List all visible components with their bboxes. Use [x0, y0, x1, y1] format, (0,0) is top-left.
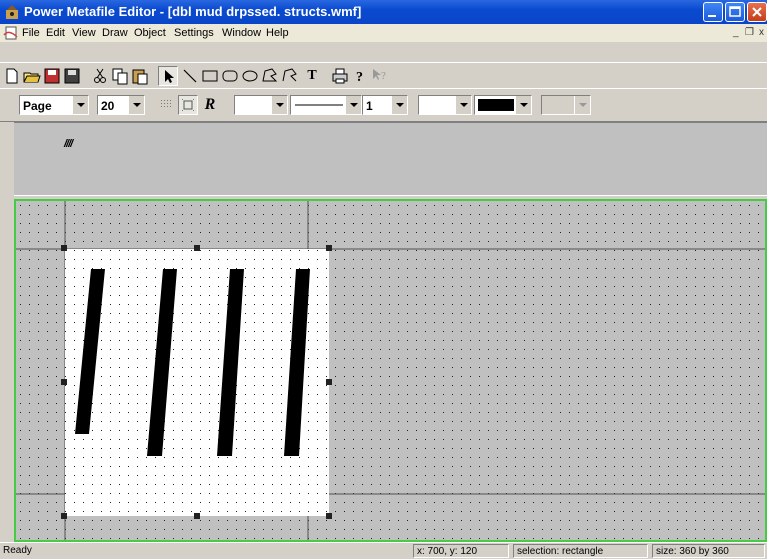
line-width-value: 1 — [366, 99, 373, 113]
help-icon: ? — [356, 70, 363, 85]
status-selection: selection: rectangle — [513, 544, 648, 558]
save-as-icon — [64, 68, 80, 84]
chevron-down-icon[interactable] — [128, 96, 144, 114]
polyline-tool-button[interactable] — [280, 66, 300, 86]
paste-icon — [132, 69, 148, 85]
page-combo-value: Page — [23, 99, 52, 113]
format-toolbar: Page 20 R 1 — [0, 88, 767, 122]
mdi-restore-icon[interactable]: ❐ — [745, 27, 754, 38]
snap-grid-icon — [182, 99, 194, 111]
minimize-button[interactable] — [703, 2, 723, 22]
chevron-down-icon[interactable] — [515, 96, 531, 114]
fill-color-swatch — [478, 99, 514, 111]
ellipse-icon — [242, 70, 258, 82]
line-color-combo[interactable] — [418, 95, 472, 115]
line-icon — [183, 69, 197, 83]
polygon-tool-button[interactable] — [260, 66, 280, 86]
cut-icon — [94, 68, 106, 83]
main-toolbar: T ? ? — [0, 62, 767, 89]
new-button[interactable] — [2, 66, 22, 86]
window-title: Power Metafile Editor - [dbl mud drpssed… — [24, 4, 362, 19]
line-width-combo[interactable]: 1 — [362, 95, 408, 115]
paste-button[interactable] — [130, 66, 150, 86]
save-icon — [44, 68, 60, 84]
copy-button[interactable] — [110, 66, 130, 86]
zoom-combo-value: 20 — [101, 99, 115, 113]
chevron-down-icon[interactable] — [72, 96, 88, 114]
maximize-icon — [729, 6, 741, 17]
select-arrow-button[interactable] — [158, 66, 178, 86]
context-help-icon: ? — [373, 69, 386, 82]
menu-edit[interactable]: Edit — [46, 27, 65, 39]
minimize-icon — [708, 15, 716, 17]
title-bar: Power Metafile Editor - [dbl mud drpssed… — [0, 0, 767, 24]
print-icon — [332, 68, 348, 84]
status-coords: x: 700, y: 120 — [413, 544, 509, 558]
status-message: Ready — [3, 545, 32, 556]
maximize-button[interactable] — [725, 2, 745, 22]
line-tool-button[interactable] — [180, 66, 200, 86]
select-arrow-icon — [165, 70, 174, 83]
chevron-down-icon[interactable] — [455, 96, 471, 114]
chevron-down-icon[interactable] — [271, 96, 287, 114]
chevron-down-icon[interactable] — [391, 96, 407, 114]
cut-button[interactable] — [90, 66, 110, 86]
help-button[interactable]: ? — [350, 66, 370, 86]
rectangle-tool-button[interactable] — [200, 66, 220, 86]
rectangle-icon — [202, 70, 218, 82]
menu-settings[interactable]: Settings — [174, 27, 214, 39]
line-type-combo[interactable] — [290, 95, 362, 115]
polyline-icon — [282, 68, 297, 82]
rounded-rectangle-icon — [222, 70, 238, 82]
polygon-icon — [262, 68, 278, 82]
print-button[interactable] — [330, 66, 350, 86]
menu-draw[interactable]: Draw — [102, 27, 128, 39]
pattern-combo[interactable] — [541, 95, 591, 115]
snap-to-grid-button[interactable] — [178, 95, 198, 115]
new-icon — [6, 68, 18, 84]
close-icon — [752, 7, 762, 17]
save-as-button[interactable] — [62, 66, 82, 86]
rotate-button[interactable]: R — [200, 95, 220, 115]
fill-color-combo[interactable] — [474, 95, 532, 115]
chevron-down-icon[interactable] — [574, 96, 590, 114]
svg-text:?: ? — [356, 70, 363, 85]
copy-icon — [112, 68, 128, 85]
zoom-combo[interactable]: 20 — [97, 95, 145, 115]
svg-text:?: ? — [381, 70, 386, 82]
grid-toggle-button[interactable] — [157, 95, 177, 115]
status-size: size: 360 by 360 — [652, 544, 765, 558]
canvas-drawing — [16, 201, 765, 540]
menu-file[interactable]: File — [22, 27, 40, 39]
save-button[interactable] — [42, 66, 62, 86]
drawing-canvas[interactable] — [14, 199, 767, 542]
menu-window[interactable]: Window — [222, 27, 261, 39]
app-icon — [6, 5, 18, 19]
line-style-combo[interactable] — [234, 95, 288, 115]
context-help-button[interactable]: ? — [370, 66, 390, 86]
open-icon — [23, 72, 41, 83]
menu-view[interactable]: View — [72, 27, 96, 39]
text-tool-button[interactable]: T — [302, 66, 322, 86]
preview-thumbnail[interactable]: //// — [64, 138, 73, 150]
grid-icon — [161, 100, 171, 107]
chevron-down-icon[interactable] — [345, 96, 361, 114]
mdi-minimize-icon[interactable]: _ — [733, 27, 739, 38]
status-bar: Ready x: 700, y: 120 selection: rectangl… — [0, 542, 767, 559]
open-button[interactable] — [22, 66, 42, 86]
close-button[interactable] — [747, 2, 767, 22]
mdi-close-icon[interactable]: x — [759, 27, 764, 38]
rounded-rectangle-tool-button[interactable] — [220, 66, 240, 86]
menu-object[interactable]: Object — [134, 27, 166, 39]
document-icon[interactable] — [3, 25, 19, 41]
ellipse-tool-button[interactable] — [240, 66, 260, 86]
solid-line-icon — [295, 104, 343, 106]
menu-help[interactable]: Help — [266, 27, 289, 39]
page-combo[interactable]: Page — [19, 95, 89, 115]
menu-bar: File Edit View Draw Object Settings Wind… — [0, 24, 767, 42]
preview-strip: //// — [14, 122, 767, 195]
